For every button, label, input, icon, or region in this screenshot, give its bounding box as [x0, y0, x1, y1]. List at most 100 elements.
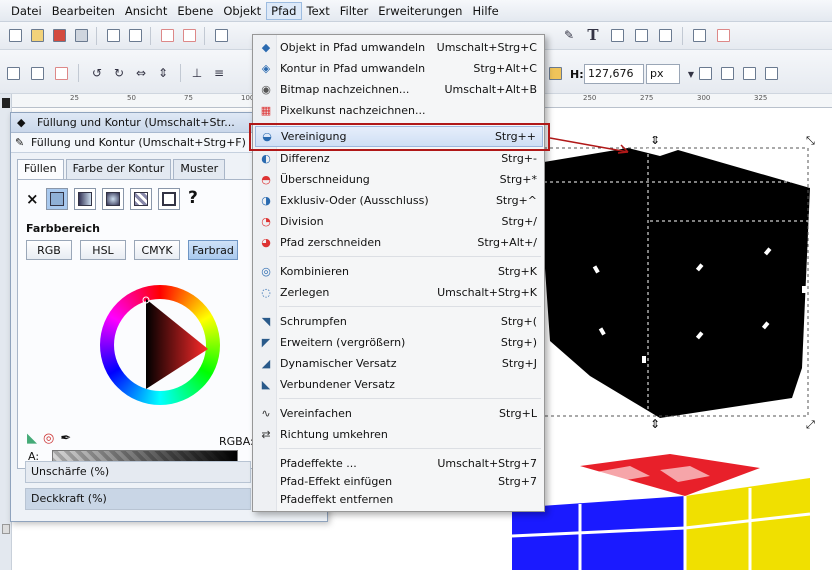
- layers-icon[interactable]: [608, 26, 626, 44]
- menu-item-division[interactable]: ◔ Division Strg+/: [255, 211, 543, 232]
- flat-color-button[interactable]: [46, 188, 68, 210]
- lock-ratio-icon[interactable]: [546, 64, 564, 82]
- linked-offset-icon: ◣: [261, 378, 271, 391]
- new-document-icon[interactable]: [6, 26, 24, 44]
- swatch-button[interactable]: [158, 188, 180, 210]
- menu-bearbeiten[interactable]: Bearbeiten: [47, 2, 120, 20]
- menu-item-trace-bitmap[interactable]: ◉ Bitmap nachzeichnen... Umschalt+Alt+B: [255, 79, 543, 100]
- menu-pfad[interactable]: Pfad: [266, 1, 302, 20]
- menu-separator: [279, 306, 541, 307]
- menu-item-break-apart[interactable]: ◌ Zerlegen Umschalt+Strg+K: [255, 282, 543, 303]
- import-icon[interactable]: [104, 26, 122, 44]
- menu-item-inset[interactable]: ◥ Schrumpfen Strg+(: [255, 311, 543, 332]
- toolbar-separator: [78, 64, 79, 82]
- transform-patterns-icon[interactable]: [762, 64, 780, 82]
- export-icon[interactable]: [126, 26, 144, 44]
- preferences-icon[interactable]: [690, 26, 708, 44]
- menu-item-dynamic-offset[interactable]: ◢ Dynamischer Versatz Strg+J: [255, 353, 543, 374]
- linear-gradient-button[interactable]: [74, 188, 96, 210]
- menu-text[interactable]: Text: [302, 2, 335, 20]
- menu-ebene[interactable]: Ebene: [172, 2, 218, 20]
- menu-item-outset[interactable]: ◤ Erweitern (vergrößern) Strg+): [255, 332, 543, 353]
- menu-datei[interactable]: Datei: [6, 2, 47, 20]
- ruler-tick: 250: [583, 94, 597, 102]
- pen-icon[interactable]: ✎: [560, 26, 578, 44]
- mode-cmyk-button[interactable]: CMYK: [134, 240, 180, 260]
- menu-item-intersection[interactable]: ◓ Überschneidung Strg+*: [255, 169, 543, 190]
- deselect-icon[interactable]: [52, 64, 70, 82]
- menu-ansicht[interactable]: Ansicht: [120, 2, 172, 20]
- mode-wheel-button[interactable]: Farbrad: [188, 240, 238, 260]
- combine-icon: ◎: [261, 265, 271, 278]
- menu-item-remove-path-effect[interactable]: Pfadeffekt entfernen: [255, 489, 543, 510]
- transform-gradients-icon[interactable]: [740, 64, 758, 82]
- unit-select[interactable]: px: [646, 64, 680, 84]
- raise-icon[interactable]: ≡: [210, 64, 228, 82]
- rotate-ccw-icon[interactable]: ↺: [88, 64, 106, 82]
- flip-vertical-icon[interactable]: ⇕: [154, 64, 172, 82]
- out-of-gamut-icon[interactable]: ◎: [43, 431, 54, 446]
- menu-item-linked-offset[interactable]: ◣ Verbundener Versatz: [255, 374, 543, 395]
- menu-erweiterungen[interactable]: Erweiterungen: [373, 2, 467, 20]
- menu-separator: [279, 448, 541, 449]
- redo-icon[interactable]: [180, 26, 198, 44]
- scale-handle-icon: ⤢: [806, 418, 815, 431]
- text-tool-icon[interactable]: T: [584, 26, 602, 44]
- height-label: H:: [570, 68, 584, 81]
- menu-objekt[interactable]: Objekt: [218, 2, 266, 20]
- menu-item-trace-pixelart[interactable]: ▦ Pixelkunst nachzeichnen...: [255, 100, 543, 121]
- eyedropper-icon[interactable]: ✒: [60, 431, 71, 446]
- rotate-cw-icon[interactable]: ↻: [110, 64, 128, 82]
- menu-item-difference[interactable]: ◐ Differenz Strg+-: [255, 148, 543, 169]
- break-apart-icon: ◌: [261, 286, 271, 299]
- menu-filter[interactable]: Filter: [335, 2, 373, 20]
- height-input[interactable]: 127,676: [584, 64, 644, 84]
- menu-item-combine[interactable]: ◎ Kombinieren Strg+K: [255, 261, 543, 282]
- menu-hilfe[interactable]: Hilfe: [467, 2, 503, 20]
- ruler-tick: 275: [640, 94, 654, 102]
- close-document-icon[interactable]: [714, 26, 732, 44]
- toolbar-separator: [96, 27, 97, 45]
- select-all-icon[interactable]: [4, 64, 22, 82]
- xml-editor-icon[interactable]: [632, 26, 650, 44]
- menu-item-exclusion[interactable]: ◑ Exklusiv-Oder (Ausschluss) Strg+^: [255, 190, 543, 211]
- intersection-icon: ◓: [261, 173, 271, 186]
- scale-stroke-icon[interactable]: [696, 64, 714, 82]
- tab-stroke-paint[interactable]: Farbe der Kontur: [65, 159, 172, 179]
- raise-to-top-icon[interactable]: ⊥: [188, 64, 206, 82]
- save-icon[interactable]: [50, 26, 68, 44]
- print-icon[interactable]: [72, 26, 90, 44]
- opacity-slider[interactable]: Deckkraft (%): [25, 488, 251, 510]
- trace-bitmap-icon: ◉: [261, 83, 271, 96]
- select-all-layers-icon[interactable]: [28, 64, 46, 82]
- align-icon[interactable]: [656, 26, 674, 44]
- scale-corners-icon[interactable]: [718, 64, 736, 82]
- selector-tool-icon[interactable]: [2, 98, 10, 108]
- radial-gradient-button[interactable]: [102, 188, 124, 210]
- copy-icon[interactable]: [212, 26, 230, 44]
- blur-slider[interactable]: Unschärfe (%): [25, 461, 251, 483]
- tab-fill[interactable]: Füllen: [17, 159, 64, 179]
- menu-item-stroke-to-path[interactable]: ◈ Kontur in Pfad umwandeln Strg+Alt+C: [255, 58, 543, 79]
- menu-item-cut-path[interactable]: ◕ Pfad zerschneiden Strg+Alt+/: [255, 232, 543, 253]
- menu-item-object-to-path[interactable]: ◆ Objekt in Pfad umwandeln Umschalt+Strg…: [255, 37, 543, 58]
- eraser-tool-icon[interactable]: [2, 524, 10, 534]
- pattern-button[interactable]: [130, 188, 152, 210]
- undo-icon[interactable]: [158, 26, 176, 44]
- menu-item-reverse[interactable]: ⇄ Richtung umkehren: [255, 424, 543, 445]
- ruler-tick: 300: [697, 94, 711, 102]
- open-folder-icon[interactable]: [28, 26, 46, 44]
- color-wheel[interactable]: [100, 285, 220, 405]
- flip-horizontal-icon[interactable]: ⇔: [132, 64, 150, 82]
- mode-rgb-button[interactable]: RGB: [26, 240, 72, 260]
- ruler-tick: 50: [127, 94, 136, 102]
- color-managed-icon[interactable]: ◣: [27, 431, 37, 446]
- no-paint-icon[interactable]: ×: [26, 190, 39, 208]
- unset-paint-icon[interactable]: ?: [188, 188, 198, 208]
- exclusion-icon: ◑: [261, 194, 271, 207]
- tab-stroke-style[interactable]: Muster: [173, 159, 226, 179]
- mode-hsl-button[interactable]: HSL: [80, 240, 126, 260]
- cube-artwork[interactable]: ⇕ ⇕ ⤡ ⤢: [510, 136, 832, 570]
- color-triangle[interactable]: [100, 285, 220, 405]
- menu-item-simplify[interactable]: ∿ Vereinfachen Strg+L: [255, 403, 543, 424]
